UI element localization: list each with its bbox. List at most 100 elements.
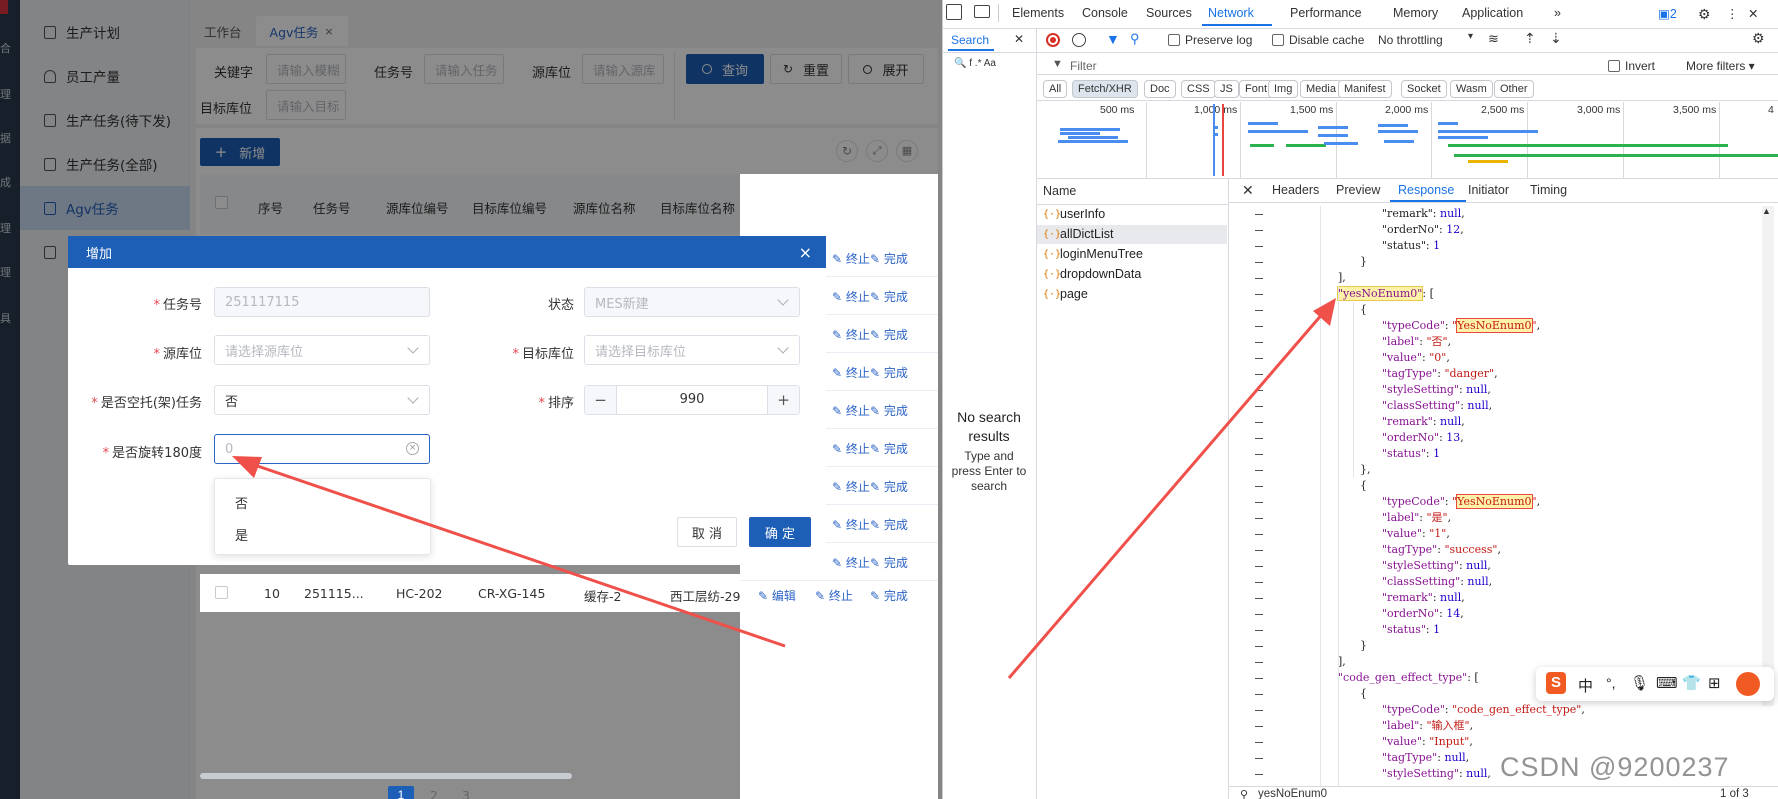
- tab-performance[interactable]: Performance: [1290, 6, 1362, 20]
- page-3-button[interactable]: 3: [462, 788, 470, 799]
- download-icon[interactable]: ⇣: [1550, 30, 1562, 47]
- wifi-icon[interactable]: ≋: [1488, 31, 1499, 47]
- edit-link[interactable]: ✎ 编辑: [758, 587, 796, 604]
- source-select[interactable]: 请选择源库位: [214, 335, 430, 365]
- stop-link[interactable]: ✎ 终止: [832, 402, 870, 419]
- detail-tab[interactable]: Headers: [1272, 183, 1319, 197]
- stop-link[interactable]: ✎ 终止: [832, 326, 870, 343]
- filter-icon[interactable]: ▼: [1106, 31, 1120, 47]
- tab-console[interactable]: Console: [1082, 6, 1128, 20]
- search-drawer-tab[interactable]: Search: [951, 33, 989, 47]
- filter-chip[interactable]: Manifest: [1338, 80, 1392, 98]
- finish-link[interactable]: ✎ 完成: [870, 250, 908, 267]
- filter-chip[interactable]: Img: [1268, 80, 1299, 98]
- settings-icon[interactable]: ⚙: [1698, 6, 1711, 23]
- empty-tray-select[interactable]: 否: [214, 385, 430, 415]
- stop-link[interactable]: ✎ 终止: [832, 516, 870, 533]
- close-icon[interactable]: ×: [799, 243, 812, 262]
- filter-chip[interactable]: CSS: [1181, 80, 1216, 98]
- clear-icon[interactable]: [1072, 33, 1086, 47]
- network-timeline-overview[interactable]: [1038, 100, 1778, 178]
- filter-chip[interactable]: Fetch/XHR: [1072, 80, 1138, 98]
- horizontal-scrollbar[interactable]: [200, 773, 572, 779]
- option-no[interactable]: 否: [235, 493, 248, 512]
- target-select[interactable]: 请选择目标库位: [584, 335, 800, 365]
- finish-link[interactable]: ✎ 完成: [870, 440, 908, 457]
- tab-sources[interactable]: Sources: [1146, 6, 1192, 20]
- filter-input[interactable]: Filter: [1070, 59, 1097, 73]
- invert-checkbox[interactable]: [1608, 60, 1620, 72]
- more-options-icon[interactable]: ⋮: [1726, 6, 1739, 21]
- tab-network[interactable]: Network: [1208, 6, 1254, 20]
- search-options[interactable]: 🔍 f .* Aa: [954, 58, 996, 69]
- upload-icon[interactable]: ⇡: [1524, 30, 1536, 47]
- vertical-scrollbar[interactable]: [1762, 206, 1774, 706]
- finish-link[interactable]: ✎ 完成: [870, 516, 908, 533]
- keyboard-icon[interactable]: ⌨: [1656, 674, 1678, 692]
- filter-chip[interactable]: JS: [1214, 80, 1239, 98]
- confirm-button[interactable]: 确 定: [749, 517, 811, 547]
- preserve-log-checkbox[interactable]: [1168, 34, 1180, 46]
- chevron-down-icon[interactable]: ▾: [1468, 31, 1473, 42]
- avatar[interactable]: [1736, 672, 1760, 696]
- more-filters-button[interactable]: More filters ▾: [1686, 59, 1755, 73]
- sort-stepper[interactable]: − 990 +: [584, 385, 800, 415]
- finish-link[interactable]: ✎ 完成: [870, 326, 908, 343]
- detail-tab[interactable]: Initiator: [1468, 183, 1509, 197]
- task-no-field[interactable]: 251117115: [214, 287, 430, 317]
- request-row[interactable]: dropdownData: [1060, 267, 1141, 281]
- scroll-up-icon[interactable]: ▲: [1762, 206, 1771, 216]
- finish-link[interactable]: ✎ 完成: [870, 364, 908, 381]
- skin-icon[interactable]: 👕: [1682, 674, 1701, 692]
- increment-button[interactable]: +: [767, 386, 799, 414]
- request-row[interactable]: userInfo: [1060, 207, 1105, 221]
- filter-chip[interactable]: All: [1043, 80, 1068, 98]
- response-search-input[interactable]: yesNoEnum0: [1258, 788, 1327, 799]
- detail-tab[interactable]: Response: [1398, 183, 1454, 197]
- punctuation-icon[interactable]: °,: [1606, 675, 1616, 691]
- option-yes[interactable]: 是: [235, 525, 248, 544]
- tab-memory[interactable]: Memory: [1393, 6, 1438, 20]
- search-icon[interactable]: ⚲: [1130, 31, 1140, 47]
- network-settings-icon[interactable]: ⚙: [1752, 30, 1765, 47]
- stop-link[interactable]: ✎ 终止: [832, 478, 870, 495]
- tab-application[interactable]: Application: [1462, 6, 1523, 20]
- filter-chip[interactable]: Wasm: [1450, 80, 1493, 98]
- close-devtools-icon[interactable]: ✕: [1748, 6, 1758, 21]
- request-row[interactable]: loginMenuTree: [1060, 247, 1143, 261]
- issues-badge[interactable]: ▣2: [1658, 6, 1677, 21]
- inspect-icon[interactable]: [946, 4, 962, 20]
- page-1-button[interactable]: 1: [388, 786, 414, 799]
- stop-link[interactable]: ✎ 终止: [832, 288, 870, 305]
- cancel-button[interactable]: 取 消: [677, 517, 737, 547]
- device-toolbar-icon[interactable]: [974, 5, 990, 18]
- microphone-icon[interactable]: 🎙: [1630, 674, 1649, 692]
- status-select[interactable]: MES新建: [584, 287, 800, 317]
- finish-link[interactable]: ✎ 完成: [870, 402, 908, 419]
- request-row[interactable]: allDictList: [1060, 227, 1114, 241]
- rotate-select[interactable]: 0 ×: [214, 434, 430, 464]
- finish-link[interactable]: ✎ 完成: [870, 554, 908, 571]
- page-2-button[interactable]: 2: [430, 788, 438, 799]
- request-row[interactable]: page: [1060, 287, 1088, 301]
- tab-elements[interactable]: Elements: [1012, 6, 1064, 20]
- finish-link[interactable]: ✎ 完成: [870, 478, 908, 495]
- detail-tab[interactable]: Timing: [1530, 183, 1567, 197]
- stop-link[interactable]: ✎ 终止: [832, 440, 870, 457]
- stop-link[interactable]: ✎ 终止: [832, 554, 870, 571]
- filter-chip[interactable]: Media: [1300, 80, 1342, 98]
- filter-chip[interactable]: Doc: [1144, 80, 1176, 98]
- close-detail-icon[interactable]: ✕: [1242, 182, 1254, 199]
- stop-link[interactable]: ✎ 终止: [832, 250, 870, 267]
- row-checkbox[interactable]: [215, 586, 228, 599]
- toolbox-icon[interactable]: ⊞: [1708, 674, 1721, 692]
- name-column-header[interactable]: Name: [1043, 184, 1076, 198]
- finish-link[interactable]: ✎ 完成: [870, 587, 908, 604]
- stop-link[interactable]: ✎ 终止: [815, 587, 853, 604]
- ime-mode[interactable]: 中: [1578, 675, 1593, 696]
- record-icon[interactable]: [1046, 33, 1060, 47]
- filter-chip[interactable]: Socket: [1401, 80, 1447, 98]
- disable-cache-checkbox[interactable]: [1272, 34, 1284, 46]
- stop-link[interactable]: ✎ 终止: [832, 364, 870, 381]
- clear-icon[interactable]: ×: [406, 442, 419, 455]
